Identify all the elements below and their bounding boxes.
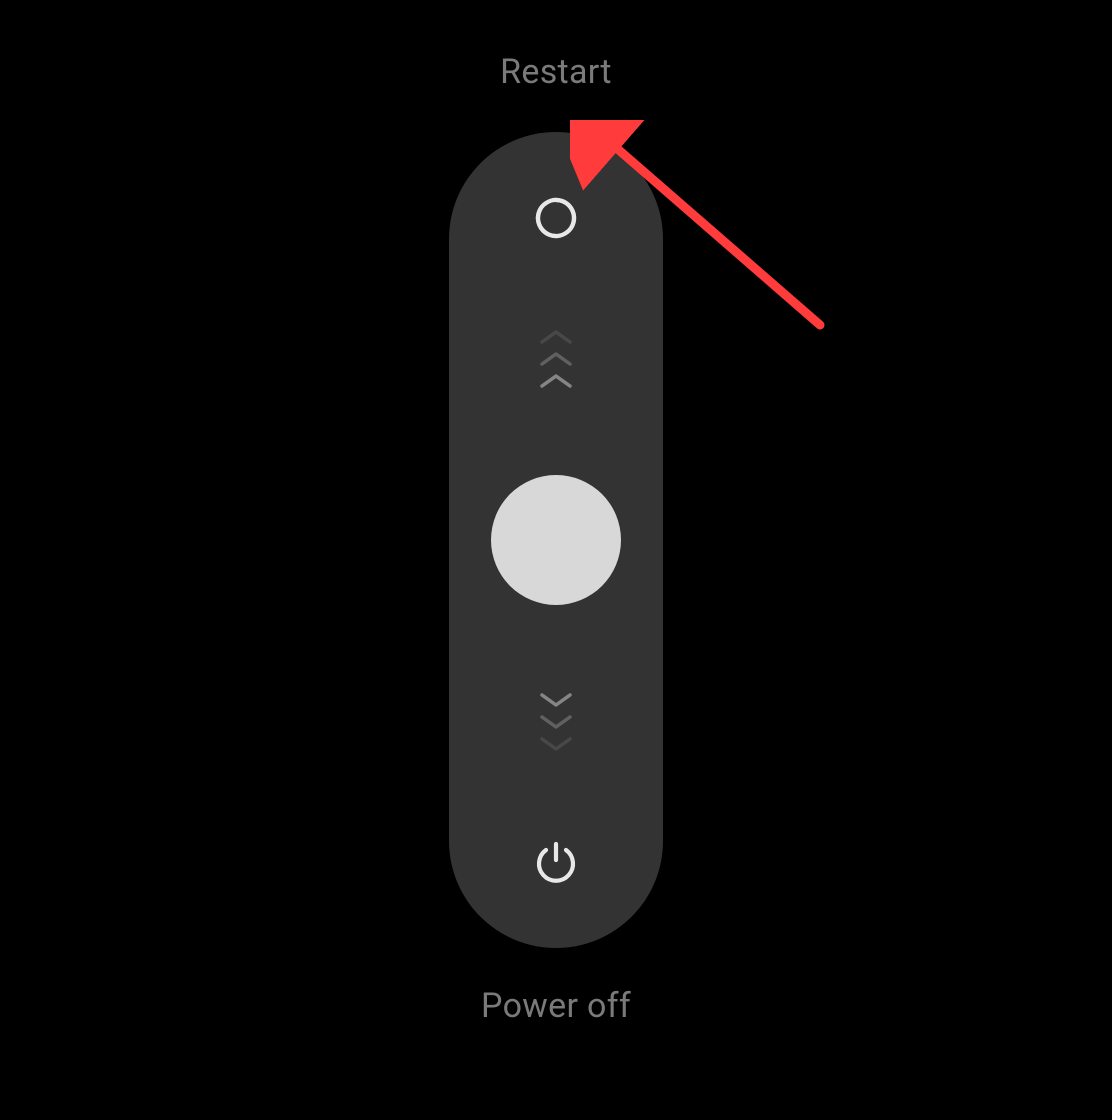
power-icon[interactable]	[532, 838, 580, 886]
chevron-up-icon	[538, 350, 574, 368]
chevrons-down	[538, 691, 574, 753]
restart-label: Restart	[500, 52, 612, 92]
chevron-up-icon	[538, 372, 574, 390]
chevron-down-icon	[538, 691, 574, 709]
slide-track[interactable]	[449, 132, 663, 948]
chevrons-up	[538, 328, 574, 390]
slider-handle[interactable]	[491, 475, 621, 605]
power-off-label: Power off	[481, 986, 631, 1026]
chevron-down-icon	[538, 735, 574, 753]
restart-icon[interactable]	[532, 194, 580, 242]
chevron-up-icon	[538, 328, 574, 346]
chevron-down-icon	[538, 713, 574, 731]
